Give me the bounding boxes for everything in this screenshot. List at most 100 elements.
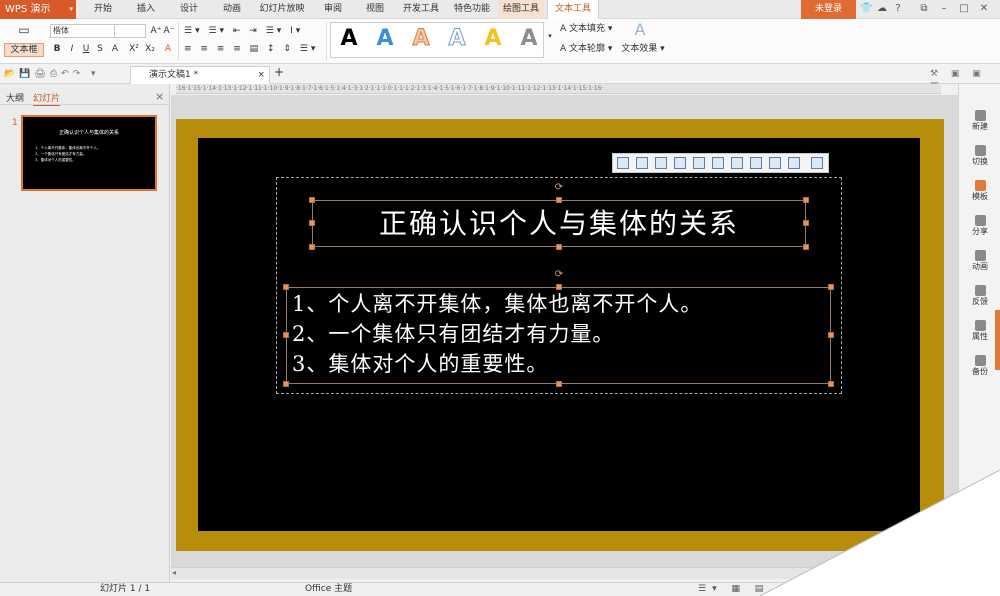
underline-button[interactable]: U — [81, 43, 91, 55]
tab-view[interactable]: 视图 — [360, 0, 390, 19]
ribbon-separator — [326, 22, 327, 60]
resize-handle[interactable] — [556, 197, 562, 203]
document-close-icon[interactable]: × — [257, 67, 265, 83]
sidebar-item-backup[interactable]: 备份 — [962, 355, 998, 377]
maximize-icon[interactable]: □ — [958, 3, 970, 15]
sidebar-item-share[interactable]: 分享 — [962, 215, 998, 237]
tab-slideshow[interactable]: 幻灯片放映 — [256, 0, 308, 19]
sidebar-item-feedback[interactable]: 反馈 — [962, 285, 998, 307]
align-top-icon[interactable] — [674, 157, 686, 169]
resize-handle[interactable] — [309, 244, 315, 250]
align-bottom-icon[interactable] — [712, 157, 724, 169]
align-options-icon[interactable] — [811, 157, 823, 169]
close-icon[interactable]: ✕ — [978, 3, 990, 15]
wordart-style-blue-outline[interactable]: A — [444, 25, 470, 53]
tab-outline[interactable]: 大纲 — [6, 91, 24, 104]
tab-features[interactable]: 特色功能 — [450, 0, 494, 19]
wordart-style-gold[interactable]: A — [480, 25, 506, 53]
resize-handle[interactable] — [803, 220, 809, 226]
resize-handle[interactable] — [283, 284, 289, 290]
grow-font-icon[interactable]: A⁺ — [150, 25, 162, 37]
resize-handle[interactable] — [803, 197, 809, 203]
quick-access-icons[interactable]: 📂💾🖨⎙↶↷ ▾ — [4, 68, 114, 80]
sidebar-item-animation[interactable]: 动画 — [962, 250, 998, 272]
subscript-button[interactable]: X₂ — [143, 43, 157, 55]
resize-handle[interactable] — [283, 381, 289, 387]
sidebar-item-new[interactable]: 新建 — [962, 110, 998, 132]
paragraph-align-icons[interactable]: ≡ ≡ ≡ ≡ ▤ ↕ ⇕ ☰▾ — [184, 43, 324, 55]
resize-handle[interactable] — [828, 381, 834, 387]
tab-developer[interactable]: 开发工具 — [399, 0, 443, 19]
resize-handle[interactable] — [556, 284, 562, 290]
sidebar-item-properties[interactable]: 属性 — [962, 320, 998, 342]
clear-format-icon[interactable]: A — [162, 43, 174, 55]
tab-drawing-tools[interactable]: 绘图工具 — [498, 0, 544, 19]
rotate-icon[interactable]: ⟳ — [554, 183, 564, 193]
wordart-style-black[interactable]: A — [336, 25, 362, 53]
textbox-button[interactable]: 文本框 — [4, 43, 44, 57]
restore-window-icon[interactable]: ⧉ — [918, 3, 930, 15]
slide-thumbnail[interactable]: 正确认识个人与集体的关系 1、个人离不开集体，集体也离不开个人。 2、一个集体只… — [21, 115, 157, 191]
resize-handle[interactable] — [828, 332, 834, 338]
text-fill-button[interactable]: A 文本填充 ▾ — [560, 23, 630, 35]
superscript-button[interactable]: X² — [127, 43, 141, 55]
resize-handle[interactable] — [828, 284, 834, 290]
minimize-icon[interactable]: – — [938, 3, 950, 15]
wordart-style-gray[interactable]: A — [516, 25, 542, 53]
shirt-icon[interactable]: 👕 — [860, 3, 872, 15]
app-menu-button[interactable]: WPS 演示 ▾ — [0, 0, 76, 19]
sidebar-collapse-handle[interactable] — [995, 310, 1000, 370]
slide-title[interactable]: 正确认识个人与集体的关系 — [312, 200, 806, 247]
login-button[interactable]: 未登录 — [801, 0, 856, 19]
gallery-more-icon[interactable]: ▾ — [546, 30, 554, 42]
tab-start[interactable]: 开始 — [88, 0, 118, 19]
help-icon[interactable]: ? — [892, 3, 904, 15]
text-effect-button[interactable]: 文本效果 ▾ — [620, 43, 666, 55]
body-line-3[interactable]: 3、集体对个人的重要性。 — [292, 349, 832, 379]
scroll-left-icon[interactable]: ◂ — [172, 568, 176, 577]
tab-insert[interactable]: 插入 — [131, 0, 161, 19]
resize-handle[interactable] — [556, 381, 562, 387]
align-middle-icon[interactable] — [693, 157, 705, 169]
align-center-icon[interactable] — [636, 157, 648, 169]
text-effect-icon[interactable]: A — [632, 22, 648, 38]
resize-handle[interactable] — [309, 220, 315, 226]
same-size-icon[interactable] — [788, 157, 800, 169]
body-line-1[interactable]: 1、个人离不开集体，集体也离不开个人。 — [292, 289, 832, 319]
wordart-gallery[interactable] — [330, 22, 544, 58]
tab-design[interactable]: 设计 — [174, 0, 204, 19]
same-width-icon[interactable] — [769, 157, 781, 169]
bold-button[interactable]: B — [52, 43, 62, 55]
wordart-style-orange-outline[interactable]: A — [408, 25, 434, 53]
strikethrough-button[interactable]: S — [95, 43, 105, 55]
shrink-font-icon[interactable]: A⁻ — [163, 25, 175, 37]
distribute-horizontal-icon[interactable] — [731, 157, 743, 169]
rotate-icon[interactable]: ⟳ — [554, 270, 564, 280]
resize-handle[interactable] — [556, 244, 562, 250]
sidebar-item-switch[interactable]: 切换 — [962, 145, 998, 167]
align-left-icon[interactable] — [617, 157, 629, 169]
align-right-icon[interactable] — [655, 157, 667, 169]
resize-handle[interactable] — [309, 197, 315, 203]
font-name-value: 楷体 — [53, 26, 69, 35]
textbox-icon[interactable]: ▭ — [4, 24, 44, 42]
shadow-button[interactable]: A — [109, 43, 121, 55]
body-line-2[interactable]: 2、一个集体只有团结才有力量。 — [292, 319, 832, 349]
new-tab-button[interactable]: + — [273, 66, 285, 78]
sidebar-label: 属性 — [972, 332, 988, 341]
resize-handle[interactable] — [803, 244, 809, 250]
panel-close-icon[interactable]: × — [155, 90, 164, 103]
tab-review[interactable]: 审阅 — [318, 0, 348, 19]
distribute-vertical-icon[interactable] — [750, 157, 762, 169]
view-mode-icons[interactable]: ☰▾ ▦ ▤ — [698, 583, 769, 595]
document-tab[interactable]: 演示文稿1 * × — [130, 66, 270, 84]
resize-handle[interactable] — [283, 332, 289, 338]
wordart-style-blue[interactable]: A — [372, 25, 398, 53]
paragraph-list-icons[interactable]: ☰▾ ☰▾ ⇤ ⇥ ☰▾ Ⅰ▾ — [184, 25, 304, 37]
tab-text-tools[interactable]: 文本工具 — [547, 0, 599, 20]
sidebar-item-template[interactable]: 模板 — [962, 180, 998, 202]
chat-icon[interactable]: ☁ — [876, 3, 888, 15]
font-size-select[interactable] — [114, 24, 146, 38]
tab-animation[interactable]: 动画 — [217, 0, 247, 19]
italic-button[interactable]: I — [67, 43, 77, 55]
